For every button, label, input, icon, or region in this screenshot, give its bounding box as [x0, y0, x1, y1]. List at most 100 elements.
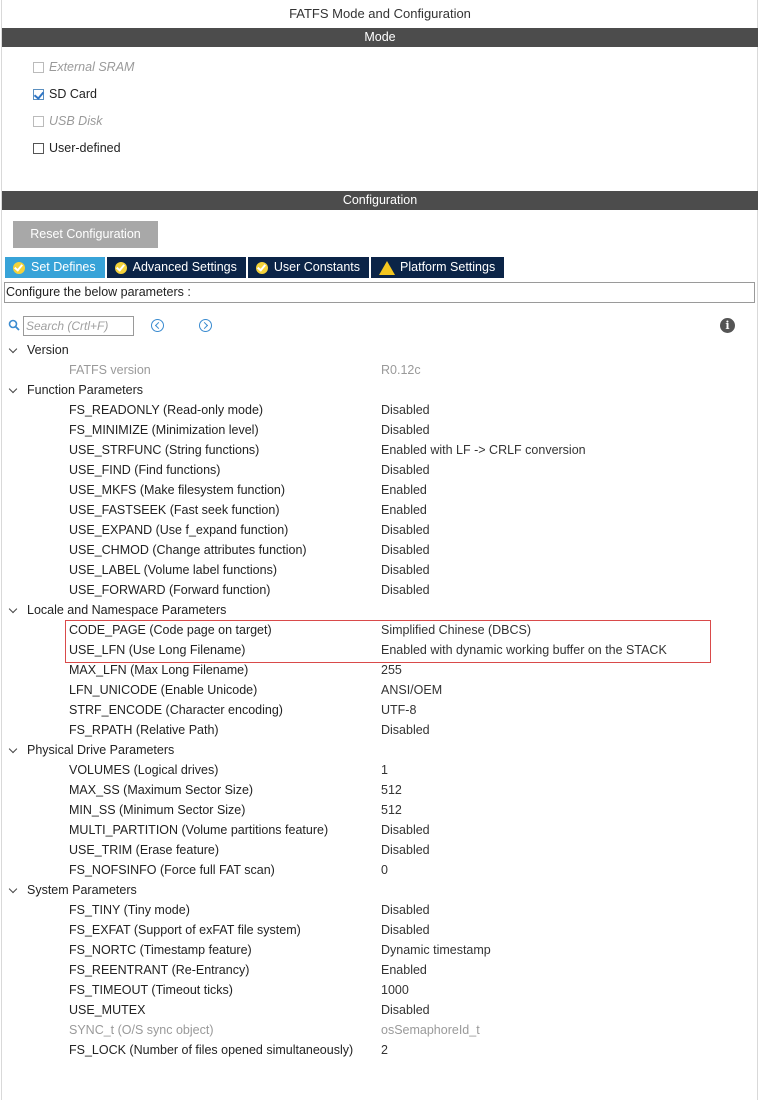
mode-user-defined[interactable]: User-defined	[33, 139, 121, 157]
parameter-value[interactable]: Enabled	[381, 500, 427, 520]
parameter-value[interactable]: Disabled	[381, 520, 430, 540]
parameter-row[interactable]: SYNC_t (O/S sync object) osSemaphoreId_t	[0, 1020, 760, 1040]
parameter-name: USE_EXPAND (Use f_expand function)	[69, 523, 289, 537]
tab-advanced-settings[interactable]: Advanced Settings	[106, 257, 246, 278]
parameter-row[interactable]: FS_MINIMIZE (Minimization level) Disabled	[0, 420, 760, 440]
parameter-value[interactable]: Disabled	[381, 720, 430, 740]
parameter-row[interactable]: USE_LFN (Use Long Filename) Enabled with …	[0, 640, 760, 660]
parameter-row[interactable]: USE_LABEL (Volume label functions) Disabl…	[0, 560, 760, 580]
configuration-section-header: Configuration	[2, 191, 758, 210]
parameter-value[interactable]: Enabled	[381, 480, 427, 500]
parameter-row[interactable]: MAX_LFN (Max Long Filename) 255	[0, 660, 760, 680]
parameter-name: VOLUMES (Logical drives)	[69, 763, 219, 777]
parameter-value[interactable]: Disabled	[381, 540, 430, 560]
chevron-down-icon[interactable]	[8, 604, 18, 614]
parameter-value[interactable]: Enabled with dynamic working buffer on t…	[381, 640, 667, 660]
group-header[interactable]: Physical Drive Parameters	[0, 740, 760, 760]
parameter-row[interactable]: VOLUMES (Logical drives) 1	[0, 760, 760, 780]
parameter-row[interactable]: MAX_SS (Maximum Sector Size) 512	[0, 780, 760, 800]
parameter-tree: Version FATFS version R0.12c Function Param…	[0, 340, 760, 1060]
parameter-row[interactable]: USE_FIND (Find functions) Disabled	[0, 460, 760, 480]
sd-card-checkbox[interactable]	[33, 88, 44, 100]
parameter-value[interactable]: Enabled with LF -> CRLF conversion	[381, 440, 586, 460]
parameter-row[interactable]: MIN_SS (Minimum Sector Size) 512	[0, 800, 760, 820]
next-match-icon[interactable]	[199, 319, 212, 332]
parameter-row[interactable]: FS_NOFSINFO (Force full FAT scan) 0	[0, 860, 760, 880]
reset-configuration-button[interactable]: Reset Configuration	[13, 221, 158, 248]
parameter-row[interactable]: FS_TINY (Tiny mode) Disabled	[0, 900, 760, 920]
parameter-row[interactable]: FS_EXFAT (Support of exFAT file system) D…	[0, 920, 760, 940]
parameter-row[interactable]: USE_MUTEX Disabled	[0, 1000, 760, 1020]
chevron-down-icon[interactable]	[8, 344, 18, 354]
parameter-value[interactable]: 512	[381, 780, 402, 800]
mode-sd-card[interactable]: SD Card	[33, 85, 97, 103]
parameter-value[interactable]: Disabled	[381, 460, 430, 480]
tab-user-constants[interactable]: User Constants	[247, 257, 370, 278]
parameter-row[interactable]: LFN_UNICODE (Enable Unicode) ANSI/OEM	[0, 680, 760, 700]
parameter-row[interactable]: STRF_ENCODE (Character encoding) UTF-8	[0, 700, 760, 720]
parameter-row[interactable]: USE_MKFS (Make filesystem function) Enabl…	[0, 480, 760, 500]
search-input[interactable]	[23, 316, 134, 336]
parameter-row[interactable]: USE_TRIM (Erase feature) Disabled	[0, 840, 760, 860]
parameter-value[interactable]: Disabled	[381, 820, 430, 840]
chevron-down-icon[interactable]	[8, 384, 18, 394]
parameter-value[interactable]: Disabled	[381, 420, 430, 440]
group-header[interactable]: System Parameters	[0, 880, 760, 900]
group-header[interactable]: Version	[0, 340, 760, 360]
tab-platform-settings[interactable]: Platform Settings	[371, 257, 505, 278]
parameter-value[interactable]: 512	[381, 800, 402, 820]
parameter-name: USE_MKFS (Make filesystem function)	[69, 483, 286, 497]
chevron-down-icon[interactable]	[8, 884, 18, 894]
parameter-value[interactable]: 1	[381, 760, 388, 780]
parameter-row[interactable]: FS_READONLY (Read-only mode) Disabled	[0, 400, 760, 420]
parameter-value[interactable]: Disabled	[381, 580, 430, 600]
parameters-description: Configure the below parameters :	[4, 282, 755, 303]
parameter-value[interactable]: UTF-8	[381, 700, 416, 720]
parameter-value[interactable]: Disabled	[381, 400, 430, 420]
user-defined-checkbox[interactable]	[33, 142, 44, 154]
parameter-row[interactable]: CODE_PAGE (Code page on target) Simplifie…	[0, 620, 760, 640]
parameter-row[interactable]: USE_EXPAND (Use f_expand function) Disabl…	[0, 520, 760, 540]
parameter-row[interactable]: USE_CHMOD (Change attributes function) Di…	[0, 540, 760, 560]
parameter-name: MAX_SS (Maximum Sector Size)	[69, 783, 254, 797]
previous-match-icon[interactable]	[151, 319, 164, 332]
parameter-value[interactable]: 255	[381, 660, 402, 680]
info-icon[interactable]: i	[720, 318, 735, 333]
usb-disk-checkbox	[33, 115, 44, 127]
parameter-row[interactable]: FATFS version R0.12c	[0, 360, 760, 380]
sd-card-label[interactable]: SD Card	[49, 87, 97, 101]
parameter-row[interactable]: USE_FASTSEEK (Fast seek function) Enabled	[0, 500, 760, 520]
parameter-row[interactable]: MULTI_PARTITION (Volume partitions featu…	[0, 820, 760, 840]
parameter-value[interactable]: Dynamic timestamp	[381, 940, 491, 960]
tab-set-defines[interactable]: Set Defines	[5, 257, 105, 278]
parameter-value[interactable]: 1000	[381, 980, 409, 1000]
parameter-value[interactable]: R0.12c	[381, 360, 421, 380]
parameter-name: USE_FORWARD (Forward function)	[69, 583, 271, 597]
parameter-row[interactable]: FS_REENTRANT (Re-Entrancy) Enabled	[0, 960, 760, 980]
parameter-row[interactable]: FS_LOCK (Number of files opened simultan…	[0, 1040, 760, 1060]
parameter-value[interactable]: osSemaphoreId_t	[381, 1020, 480, 1040]
parameter-row[interactable]: FS_TIMEOUT (Timeout ticks) 1000	[0, 980, 760, 1000]
parameter-value[interactable]: Disabled	[381, 920, 430, 940]
parameter-value[interactable]: 0	[381, 860, 388, 880]
parameter-value[interactable]: ANSI/OEM	[381, 680, 442, 700]
parameter-row[interactable]: USE_FORWARD (Forward function) Disabled	[0, 580, 760, 600]
user-defined-label[interactable]: User-defined	[49, 141, 121, 155]
parameter-value[interactable]: 2	[381, 1040, 388, 1060]
parameter-value[interactable]: Enabled	[381, 960, 427, 980]
parameter-row[interactable]: FS_NORTC (Timestamp feature) Dynamic time…	[0, 940, 760, 960]
group-header[interactable]: Function Parameters	[0, 380, 760, 400]
parameter-name: USE_STRFUNC (String functions)	[69, 443, 260, 457]
parameter-row[interactable]: FS_RPATH (Relative Path) Disabled	[0, 720, 760, 740]
parameter-value[interactable]: Disabled	[381, 900, 430, 920]
chevron-down-icon[interactable]	[8, 744, 18, 754]
group-header[interactable]: Locale and Namespace Parameters	[0, 600, 760, 620]
parameter-name: MIN_SS (Minimum Sector Size)	[69, 803, 246, 817]
parameter-value[interactable]: Disabled	[381, 840, 430, 860]
parameter-value[interactable]: Disabled	[381, 560, 430, 580]
parameter-value[interactable]: Simplified Chinese (DBCS)	[381, 620, 531, 640]
parameter-name: FS_RPATH (Relative Path)	[69, 723, 219, 737]
parameter-value[interactable]: Disabled	[381, 1000, 430, 1020]
parameter-name: FS_REENTRANT (Re-Entrancy)	[69, 963, 250, 977]
parameter-row[interactable]: USE_STRFUNC (String functions) Enabled wi…	[0, 440, 760, 460]
